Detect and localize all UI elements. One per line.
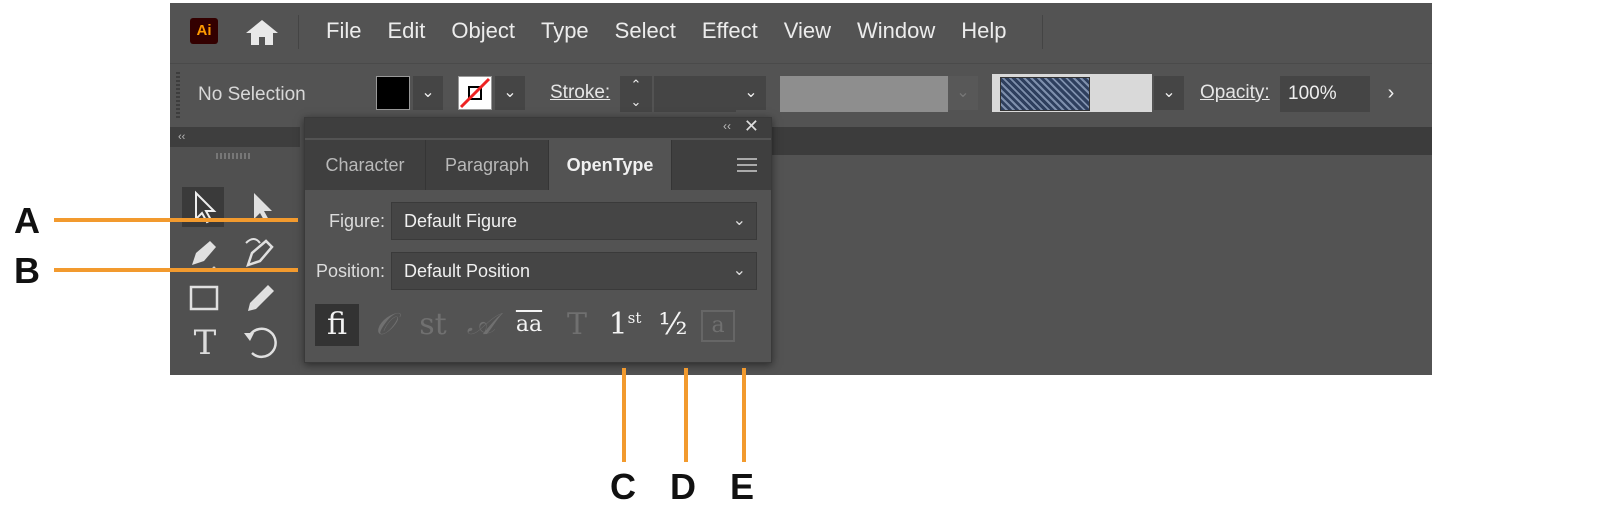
main-menu: File Edit Object Type Select Effect View… bbox=[313, 3, 1019, 58]
collapse-icon[interactable]: ‹‹ bbox=[723, 119, 731, 133]
home-icon[interactable] bbox=[244, 18, 280, 46]
position-select[interactable]: Default Position ⌄ bbox=[391, 252, 757, 290]
figure-label: Figure: bbox=[328, 211, 385, 231]
menu-view[interactable]: View bbox=[771, 18, 844, 44]
profile-dropdown[interactable]: ⌄ bbox=[948, 76, 978, 110]
ordinals-glyph: 1 bbox=[608, 307, 628, 342]
stroke-label[interactable]: Stroke: bbox=[550, 82, 610, 104]
ordinals-sup: st bbox=[627, 309, 642, 327]
chevron-down-icon: ⌄ bbox=[732, 212, 746, 229]
menu-window[interactable]: Window bbox=[844, 18, 948, 44]
brush-dropdown[interactable]: ⌄ bbox=[1154, 76, 1184, 110]
illustrator-window: Ai File Edit Object Type Select Effect V… bbox=[170, 3, 1432, 375]
figure-value: Default Figure bbox=[404, 211, 518, 231]
curvature-tool-icon[interactable] bbox=[240, 233, 282, 273]
opacity-field[interactable]: 100% bbox=[1280, 76, 1370, 112]
variable-width-profile[interactable] bbox=[780, 76, 948, 112]
rectangle-tool-icon[interactable] bbox=[184, 279, 226, 319]
stroke-dropdown[interactable]: ⌄ bbox=[495, 76, 525, 110]
stroke-weight-stepper[interactable]: ⌃ ⌄ bbox=[620, 76, 652, 112]
pencil-tool-icon[interactable] bbox=[240, 279, 282, 319]
callout-line-d bbox=[684, 368, 688, 462]
callout-line-a bbox=[54, 218, 298, 222]
tab-opentype[interactable]: OpenType bbox=[549, 140, 672, 190]
tools-panel: T bbox=[170, 147, 300, 375]
titling-alternates-button[interactable]: T bbox=[555, 304, 599, 346]
stylistic-sets-button[interactable]: a bbox=[701, 310, 735, 342]
menu-select[interactable]: Select bbox=[602, 18, 689, 44]
brush-definition[interactable] bbox=[992, 74, 1152, 112]
position-value: Default Position bbox=[404, 261, 531, 281]
position-label: Position: bbox=[315, 261, 385, 281]
app-logo: Ai bbox=[190, 18, 218, 44]
figure-select[interactable]: Default Figure ⌄ bbox=[391, 202, 757, 240]
panel-tabs: Character Paragraph OpenType bbox=[305, 140, 771, 190]
panel-menu-icon[interactable] bbox=[737, 158, 757, 172]
stroke-weight-field[interactable] bbox=[654, 76, 736, 112]
fill-swatch[interactable] bbox=[376, 76, 410, 110]
fractions-button[interactable]: ½ bbox=[651, 304, 695, 346]
menu-effect[interactable]: Effect bbox=[689, 18, 771, 44]
callout-label-d: D bbox=[670, 466, 696, 507]
selection-status: No Selection bbox=[198, 84, 306, 105]
callout-label-b: B bbox=[14, 250, 40, 291]
close-icon[interactable]: ✕ bbox=[744, 116, 759, 137]
panel-titlebar[interactable]: ‹‹ ✕ bbox=[305, 116, 771, 138]
stroke-weight-dropdown[interactable]: ⌄ bbox=[736, 76, 766, 110]
callout-label-e: E bbox=[730, 466, 755, 507]
no-stroke-icon bbox=[459, 77, 491, 109]
menu-file[interactable]: File bbox=[313, 18, 374, 44]
tab-paragraph[interactable]: Paragraph bbox=[426, 140, 549, 190]
menu-divider bbox=[298, 15, 299, 49]
opacity-label[interactable]: Opacity: bbox=[1200, 82, 1270, 104]
opentype-panel: ‹‹ ✕ Character Paragraph OpenType Figure… bbox=[304, 116, 772, 363]
rotate-tool-icon[interactable] bbox=[240, 323, 282, 363]
callout-line-c bbox=[622, 368, 626, 462]
callout-label-c: C bbox=[610, 466, 636, 507]
swash-button[interactable]: 𝒜 bbox=[459, 304, 503, 346]
menu-edit[interactable]: Edit bbox=[374, 18, 438, 44]
type-tool-icon[interactable]: T bbox=[184, 323, 226, 363]
standard-ligatures-button[interactable]: fi bbox=[315, 304, 359, 346]
contextual-alternates-button[interactable]: 𝒪 bbox=[363, 304, 407, 346]
menu-help[interactable]: Help bbox=[948, 18, 1019, 44]
pen-tool-icon[interactable] bbox=[184, 233, 226, 273]
callout-line-b bbox=[54, 268, 298, 272]
menu-object[interactable]: Object bbox=[438, 18, 528, 44]
more-options-icon[interactable]: › bbox=[1376, 76, 1406, 110]
menu-divider bbox=[1042, 15, 1043, 49]
discretionary-ligatures-button[interactable]: st bbox=[411, 304, 455, 346]
grip-handle[interactable] bbox=[176, 72, 180, 120]
tools-panel-header[interactable]: ‹‹ bbox=[170, 127, 300, 147]
ordinals-button[interactable]: 1st bbox=[603, 304, 647, 346]
callout-label-a: A bbox=[14, 200, 40, 241]
menu-bar: Ai File Edit Object Type Select Effect V… bbox=[170, 3, 1432, 58]
tools-grip[interactable] bbox=[216, 153, 252, 159]
menu-type[interactable]: Type bbox=[528, 18, 602, 44]
stroke-swatch[interactable] bbox=[458, 76, 492, 110]
callout-line-e bbox=[742, 368, 746, 462]
document-tab-bar bbox=[770, 127, 1432, 155]
stylistic-alternates-button[interactable]: aa bbox=[507, 304, 551, 346]
tab-character[interactable]: Character bbox=[305, 140, 426, 190]
fill-dropdown[interactable]: ⌄ bbox=[413, 76, 443, 110]
chevron-down-icon: ⌄ bbox=[732, 262, 746, 279]
